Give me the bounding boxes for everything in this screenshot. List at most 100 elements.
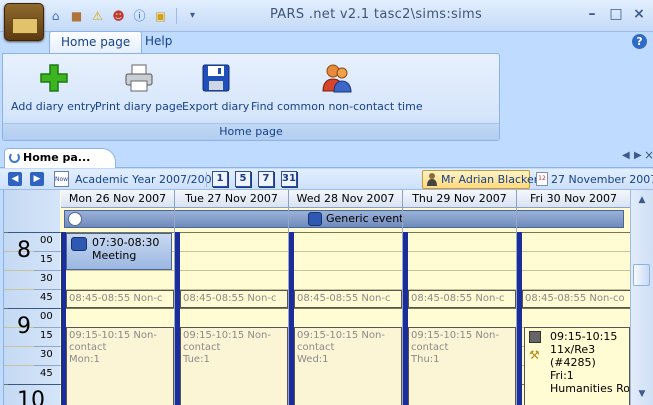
key-icon: ⚒	[529, 348, 540, 362]
scroll-up-icon[interactable]: ▲	[634, 192, 650, 208]
non-contact-time: 09:15-10:15 Non-	[69, 330, 157, 341]
print-diary-page-label: Print diary page	[95, 100, 183, 113]
meeting-appointment[interactable]: 07:30-08:30 Meeting	[66, 233, 172, 270]
floppy-disk-icon	[202, 64, 230, 92]
window-title: PARS .net v2.1 tasc2\sims:sims	[270, 7, 483, 22]
lesson-appointment[interactable]: ⚒ 09:15-10:15 11x/Re3 (#4285) Fri:1 Huma…	[524, 327, 630, 405]
export-diary-button[interactable]: Export diary	[182, 58, 249, 113]
toolbar-separator	[206, 172, 207, 187]
export-diary-label: Export diary	[182, 100, 250, 113]
event-icon	[308, 212, 322, 226]
lesson-room: Humanities Roo	[550, 382, 630, 395]
tab-close-icon[interactable]: ×	[644, 148, 653, 162]
tab-home-page[interactable]: Home page	[49, 31, 143, 53]
add-diary-entry-button[interactable]: Add diary entry	[11, 58, 96, 113]
minute-label: 30	[40, 349, 53, 360]
app-menu-button[interactable]	[4, 3, 44, 41]
month-view-button[interactable]: 31	[281, 171, 297, 187]
non-contact-block[interactable]: 09:15-10:15 Non- contact Tue:1	[180, 327, 288, 405]
day-header-mon[interactable]: Mon 26 Nov 2007	[61, 190, 175, 208]
find-common-non-contact-time-button[interactable]: Find common non-contact time	[251, 58, 423, 113]
lock-icon[interactable]: ▣	[151, 7, 170, 26]
day-header-wed[interactable]: Wed 28 Nov 2007	[289, 190, 403, 208]
non-contact-slot[interactable]: 08:45-08:55 Non-c	[66, 290, 174, 308]
calendar-icon[interactable]: 12	[536, 172, 548, 186]
scroll-thumb[interactable]	[633, 264, 650, 286]
meeting-time: 07:30-08:30	[92, 236, 160, 249]
person-icon[interactable]: ☻	[109, 7, 128, 26]
plus-icon	[39, 64, 68, 92]
day-header-thu[interactable]: Thu 29 Nov 2007	[403, 190, 517, 208]
lesson-id: (#4285)	[550, 356, 596, 369]
printer-icon	[125, 64, 153, 92]
vertical-scrollbar[interactable]: ▲ ▼	[630, 190, 653, 405]
non-contact-period: Thu:1	[411, 354, 440, 365]
warning-icon[interactable]: ⚠	[88, 7, 107, 26]
minute-label: 15	[40, 254, 53, 265]
non-contact-block[interactable]: 09:15-10:15 Non- contact Thu:1	[408, 327, 516, 405]
day-header-tue[interactable]: Tue 27 Nov 2007	[175, 190, 289, 208]
home-icon[interactable]: ⌂	[46, 7, 65, 26]
lesson-class: 11x/Re3	[550, 343, 596, 356]
meeting-icon	[71, 237, 87, 251]
five-day-view-button[interactable]: 5	[235, 171, 251, 187]
non-contact-block[interactable]: 09:15-10:15 Non- contact Mon:1	[66, 327, 174, 405]
help-icon[interactable]: ?	[632, 34, 647, 49]
non-contact-block[interactable]: 09:15-10:15 Non- contact Wed:1	[294, 327, 402, 405]
hour-label-8: 8	[17, 238, 31, 263]
non-contact-slot[interactable]: 08:45-08:55 Non-c	[180, 290, 288, 308]
non-contact-type: contact	[69, 342, 107, 353]
clock-icon	[68, 212, 82, 226]
document-tab-label: Home pa...	[23, 151, 91, 164]
non-contact-time: 09:15-10:15 Non-	[411, 330, 499, 341]
non-contact-type: contact	[183, 342, 221, 353]
non-contact-type: contact	[411, 342, 449, 353]
non-contact-period: Mon:1	[69, 354, 100, 365]
non-contact-type: contact	[297, 342, 335, 353]
non-contact-time: 09:15-10:15 Non-	[183, 330, 271, 341]
user-name: Mr Adrian Blacker	[441, 173, 539, 186]
non-contact-slot[interactable]: 08:45-08:55 Non-c	[294, 290, 402, 308]
qat-dropdown-icon[interactable]: ▾	[183, 7, 202, 26]
find-common-non-contact-time-label: Find common non-contact time	[251, 100, 423, 113]
non-contact-period: Wed:1	[297, 354, 329, 365]
current-date[interactable]: 27 November 2007	[551, 173, 653, 186]
restore-button[interactable]: □	[606, 5, 626, 23]
non-contact-time: 09:15-10:15 Non-	[297, 330, 385, 341]
scroll-down-icon[interactable]: ▼	[634, 386, 650, 402]
diary-calendar: Mon 26 Nov 2007 Tue 27 Nov 2007 Wed 28 N…	[3, 190, 630, 405]
tab-home-page-document[interactable]: Home pa...	[4, 148, 116, 168]
non-contact-period: Tue:1	[183, 354, 210, 365]
next-button[interactable]: ▶	[30, 172, 44, 186]
one-day-view-button[interactable]: 1	[212, 171, 228, 187]
info-icon[interactable]: ⓘ	[130, 7, 149, 26]
lesson-period: Fri:1	[550, 369, 574, 382]
day-header-fri[interactable]: Fri 30 Nov 2007	[517, 190, 630, 208]
ribbon-panel: Add diary entry Print diary page Export …	[2, 53, 500, 141]
people-icon	[322, 64, 352, 93]
close-button[interactable]: ×	[629, 5, 649, 23]
now-button[interactable]: Now	[54, 171, 69, 187]
day-column-bar	[517, 232, 522, 405]
qat-separator	[176, 8, 177, 24]
minute-label: 45	[40, 368, 53, 379]
user-icon	[427, 173, 437, 186]
tab-help[interactable]: Help	[134, 31, 183, 53]
minute-label: 00	[40, 311, 53, 322]
tab-scroll-left-icon[interactable]: ◀	[622, 150, 630, 161]
book-icon[interactable]: ■	[67, 7, 86, 26]
tab-scroll-right-icon[interactable]: ▶	[634, 150, 642, 161]
non-contact-slot[interactable]: 08:45-08:55 Non-c	[408, 290, 516, 308]
minute-label: 00	[40, 235, 53, 246]
minute-label: 45	[40, 292, 53, 303]
seven-day-view-button[interactable]: 7	[258, 171, 274, 187]
previous-button[interactable]: ◀	[8, 172, 22, 186]
all-day-event-label: Generic event	[326, 212, 404, 225]
minute-label: 15	[40, 330, 53, 341]
print-diary-page-button[interactable]: Print diary page	[95, 58, 183, 113]
minimize-button[interactable]: –	[582, 5, 602, 23]
minute-label: 30	[40, 273, 53, 284]
non-contact-slot[interactable]: 08:45-08:55 Non-co	[522, 290, 630, 308]
academic-year-label[interactable]: Academic Year 2007/2008	[75, 173, 219, 186]
lesson-time: 09:15-10:15	[550, 330, 618, 343]
